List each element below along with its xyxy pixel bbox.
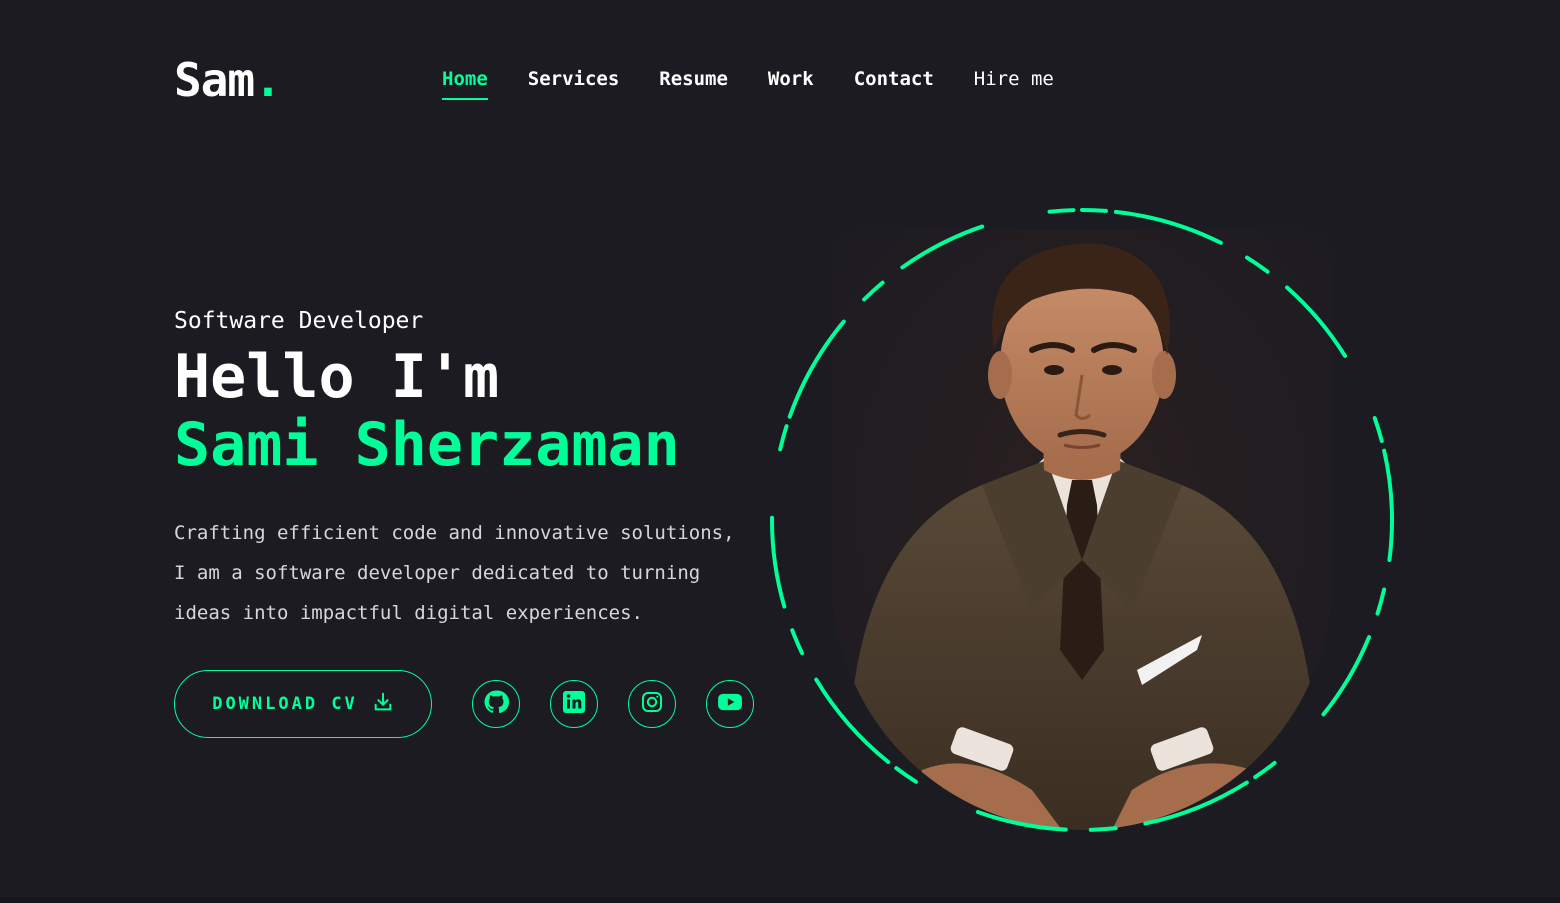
- nav-item-services[interactable]: Services: [528, 66, 620, 92]
- description-line: Crafting efficient code and innovative s…: [174, 522, 735, 544]
- decorative-dashed-ring: [770, 208, 1394, 832]
- hero-description: Crafting efficient code and innovative s…: [174, 513, 794, 633]
- github-icon: [483, 689, 509, 719]
- description-line: I am a software developer dedicated to t…: [174, 562, 701, 584]
- github-link[interactable]: [472, 680, 520, 728]
- hero-text: Software Developer Hello I'm Sami Sherza…: [174, 305, 794, 633]
- social-links: [472, 680, 754, 728]
- logo-text: Sam: [174, 53, 255, 107]
- role-subtitle: Software Developer: [174, 308, 424, 334]
- hire-me-link[interactable]: Hire me: [974, 66, 1054, 92]
- youtube-link[interactable]: [706, 680, 754, 728]
- page-bottom-divider: [0, 897, 1560, 903]
- linkedin-link[interactable]: [550, 680, 598, 728]
- download-cv-label: DOWNLOAD CV: [212, 694, 358, 714]
- main-nav: Home Services Resume Work Contact Hire m…: [442, 66, 1054, 100]
- description-line: ideas into impactful digital experiences…: [174, 602, 643, 624]
- nav-item-contact[interactable]: Contact: [854, 66, 934, 92]
- instagram-link[interactable]: [628, 680, 676, 728]
- download-icon: [372, 691, 394, 718]
- nav-item-work[interactable]: Work: [768, 66, 814, 92]
- nav-item-resume[interactable]: Resume: [659, 66, 728, 92]
- hero-actions: DOWNLOAD CV: [174, 670, 754, 738]
- nav-item-home[interactable]: Home: [442, 66, 488, 100]
- hero-greeting: Hello I'm: [174, 342, 500, 412]
- logo[interactable]: Sam.: [174, 52, 282, 108]
- hero-name: Sami Sherzaman: [174, 410, 680, 480]
- profile-photo-section: [760, 200, 1400, 840]
- linkedin-icon: [562, 690, 586, 718]
- instagram-icon: [640, 690, 664, 718]
- download-cv-button[interactable]: DOWNLOAD CV: [174, 670, 432, 738]
- logo-dot: .: [254, 53, 282, 107]
- youtube-icon: [717, 689, 743, 719]
